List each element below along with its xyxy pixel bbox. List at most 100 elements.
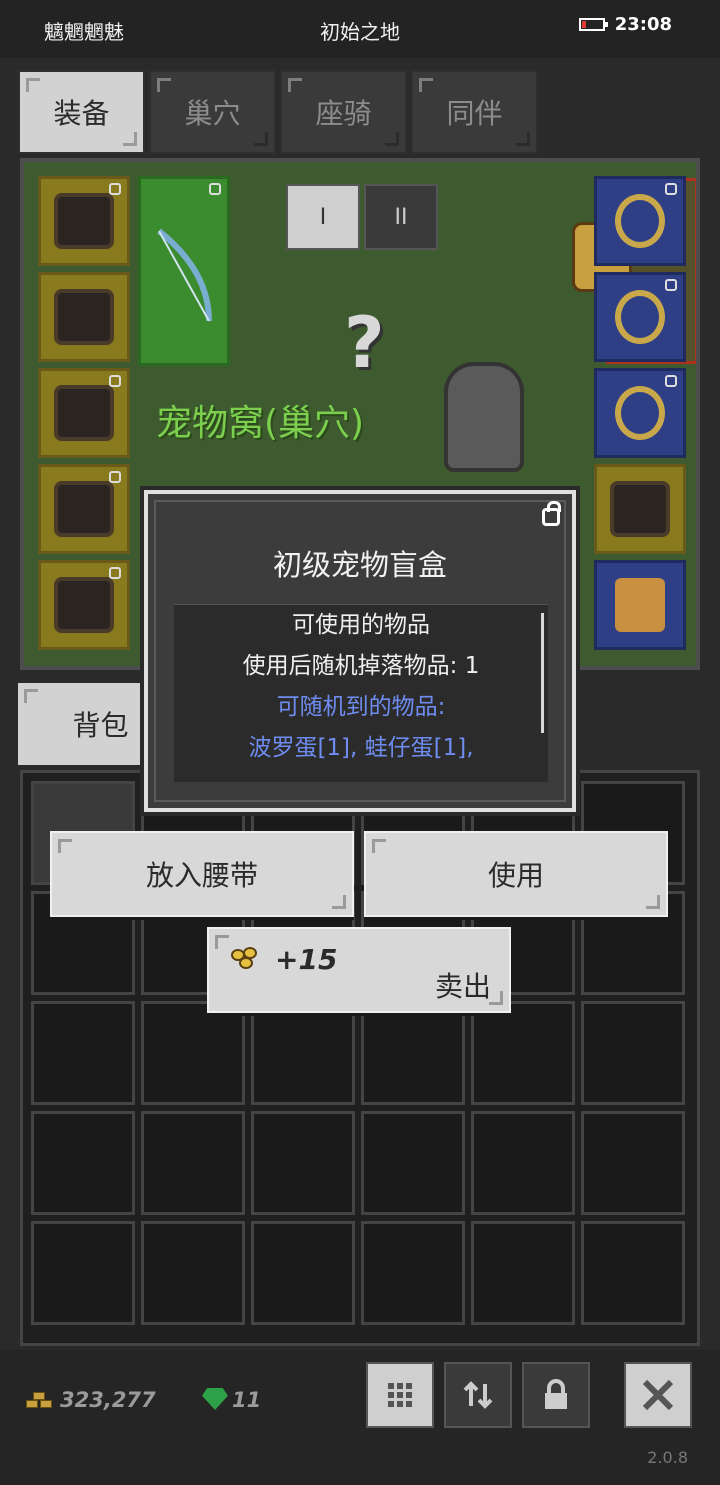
lock-icon (109, 567, 121, 579)
tab-equipment[interactable]: 装备 (18, 70, 145, 154)
description-line: 可随机到的物品: (276, 694, 446, 720)
lock-icon (109, 375, 121, 387)
gem-icon (202, 1388, 228, 1410)
boots-slot[interactable] (38, 464, 130, 554)
companion-portrait-icon (610, 481, 670, 537)
bow-icon (157, 228, 212, 322)
corner-decoration (516, 132, 530, 146)
necklace-slot[interactable] (594, 176, 686, 266)
tab-label: 座骑 (315, 97, 372, 130)
sort-icon (463, 1381, 493, 1409)
inventory-slot[interactable] (31, 1111, 135, 1215)
pet-portrait-icon (615, 578, 665, 632)
tab-label: 巢穴 (184, 97, 241, 130)
inventory-slot[interactable] (581, 1111, 685, 1215)
page-1-button[interactable]: I (286, 184, 360, 250)
corner-decoration (58, 839, 72, 853)
inventory-slot[interactable] (31, 1221, 135, 1325)
item-title: 初级宠物盲盒 (272, 548, 447, 582)
description-line: 使用后随机掉落物品: 1 (242, 653, 480, 679)
armor-slot[interactable] (38, 272, 130, 362)
inventory-slot[interactable] (471, 1111, 575, 1215)
lock-button[interactable] (522, 1362, 590, 1428)
lock-icon[interactable] (542, 501, 561, 526)
gloves-icon (54, 385, 114, 441)
corner-decoration (372, 839, 386, 853)
description-line: 可使用的物品 (292, 612, 430, 638)
sort-button[interactable] (444, 1362, 512, 1428)
close-icon (642, 1379, 674, 1411)
helmet-icon (54, 193, 114, 249)
close-button[interactable] (624, 1362, 692, 1428)
inventory-slot[interactable] (361, 1001, 465, 1105)
button-label: 放入腰带 (145, 859, 258, 892)
corner-decoration (26, 78, 40, 92)
gold-amount: 323,277 (60, 1388, 156, 1412)
ring-icon (615, 290, 665, 344)
description-scrollbar[interactable] (541, 613, 544, 733)
lock-icon (109, 471, 121, 483)
inventory-slot[interactable] (251, 1221, 355, 1325)
inventory-slot[interactable] (581, 1001, 685, 1105)
sell-price: +15 (275, 943, 338, 976)
tab-mount[interactable]: 座骑 (280, 70, 407, 154)
inventory-slot[interactable] (141, 1221, 245, 1325)
tab-label: 同伴 (446, 97, 503, 130)
corner-decoration (646, 895, 660, 909)
lock-icon (665, 279, 677, 291)
grid-view-button[interactable] (366, 1362, 434, 1428)
item-description[interactable]: 可使用的物品 使用后随机掉落物品: 1 可随机到的物品: 波罗蛋[1], 蛙仔蛋… (174, 604, 548, 782)
use-button[interactable]: 使用 (364, 831, 668, 917)
put-in-belt-button[interactable]: 放入腰带 (50, 831, 354, 917)
inventory-slot[interactable] (471, 1221, 575, 1325)
inventory-slot[interactable] (361, 1221, 465, 1325)
inventory-slot[interactable] (31, 1001, 135, 1105)
inventory-slot[interactable] (361, 1111, 465, 1215)
weapon-slot[interactable] (138, 176, 230, 366)
inventory-slot[interactable] (141, 1111, 245, 1215)
lock-icon (209, 183, 221, 195)
lock-icon (665, 183, 677, 195)
tab-companion[interactable]: 同伴 (411, 70, 538, 154)
belt-slot[interactable] (38, 560, 130, 650)
corner-decoration (254, 132, 268, 146)
boots-icon (54, 481, 114, 537)
grid-icon (388, 1383, 412, 1407)
corner-decoration (123, 132, 137, 146)
inventory-slot[interactable] (581, 1221, 685, 1325)
lock-icon (545, 1379, 567, 1409)
inventory-slot[interactable] (251, 1111, 355, 1215)
helmet-slot[interactable] (38, 176, 130, 266)
scene-label: 宠物窝(巢穴) (156, 403, 365, 444)
sell-button[interactable]: +15 卖出 (207, 927, 511, 1013)
corner-decoration (385, 132, 399, 146)
tab-label: 装备 (53, 97, 110, 130)
status-bar: 魑魍魍魅 初始之地 23:08 (0, 0, 720, 58)
inventory-slot[interactable] (471, 1001, 575, 1105)
unknown-icon: ? (344, 302, 385, 384)
armor-icon (54, 289, 114, 345)
corner-decoration (489, 991, 503, 1005)
tab-label: 背包 (72, 709, 129, 742)
page-2-button[interactable]: II (364, 184, 438, 250)
status-right: 23:08 (578, 14, 672, 35)
button-label: 使用 (487, 859, 544, 892)
gold-bars-icon (26, 1390, 54, 1410)
corner-decoration (24, 689, 38, 703)
companion-slot[interactable] (594, 464, 686, 554)
corner-decoration (419, 78, 433, 92)
tab-bag[interactable]: 背包 (18, 683, 143, 765)
battery-icon (578, 18, 608, 31)
equipment-tabs: 装备 巢穴 座骑 同伴 (18, 70, 538, 154)
pet-portrait-slot[interactable] (594, 560, 686, 650)
version-label: 2.0.8 (647, 1448, 688, 1467)
gloves-slot[interactable] (38, 368, 130, 458)
tab-nest[interactable]: 巢穴 (149, 70, 276, 154)
ring-slot-1[interactable] (594, 272, 686, 362)
inventory-slot[interactable] (141, 1001, 245, 1105)
corner-decoration (157, 78, 171, 92)
ring-slot-2[interactable] (594, 368, 686, 458)
inventory-slot[interactable] (251, 1001, 355, 1105)
corner-decoration (288, 78, 302, 92)
necklace-icon (615, 194, 665, 248)
